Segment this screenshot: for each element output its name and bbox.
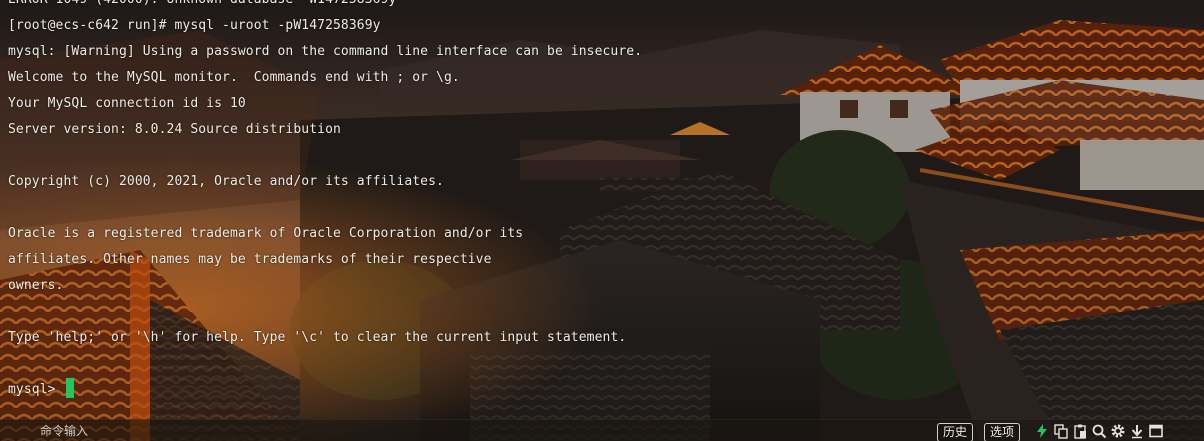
terminal-line: ERROR 1049 (42000): Unknown database 'W1…	[8, 0, 404, 13]
bolt-icon[interactable]	[1034, 423, 1050, 439]
command-input[interactable]	[40, 422, 640, 440]
options-button[interactable]: 选项	[984, 423, 1021, 441]
terminal-line: Server version: 8.0.24 Source distributi…	[8, 122, 341, 137]
mysql-prompt: mysql>	[8, 382, 64, 397]
gear-icon[interactable]	[1110, 423, 1126, 439]
terminal-line: Copyright (c) 2000, 2021, Oracle and/or …	[8, 174, 444, 189]
terminal-line: Type 'help;' or '\h' for help. Type '\c'…	[8, 330, 627, 345]
terminal-line: owners.	[8, 278, 64, 293]
status-bar: 历史 选项	[0, 419, 1204, 441]
prompt-line[interactable]: mysql>	[8, 377, 74, 403]
terminal-window: ERROR 1049 (42000): Unknown database 'W1…	[0, 0, 1204, 441]
terminal-line: Welcome to the MySQL monitor. Commands e…	[8, 70, 460, 85]
download-icon[interactable]	[1129, 423, 1145, 439]
terminal-line: Oracle is a registered trademark of Orac…	[8, 226, 524, 241]
terminal-line: [root@ecs-c642 run]# mysql -uroot -pW147…	[8, 18, 381, 33]
terminal-output[interactable]: ERROR 1049 (42000): Unknown database 'W1…	[0, 0, 1204, 420]
copy-icon[interactable]	[1053, 423, 1069, 439]
terminal-line: affiliates. Other names may be trademark…	[8, 252, 492, 267]
terminal-line: mysql: [Warning] Using a password on the…	[8, 44, 643, 59]
paste-icon[interactable]	[1072, 423, 1088, 439]
search-icon[interactable]	[1091, 423, 1107, 439]
maximize-icon[interactable]	[1148, 423, 1164, 439]
history-button[interactable]: 历史	[937, 423, 974, 441]
terminal-line: Your MySQL connection id is 10	[8, 96, 246, 111]
terminal-cursor	[65, 378, 74, 398]
